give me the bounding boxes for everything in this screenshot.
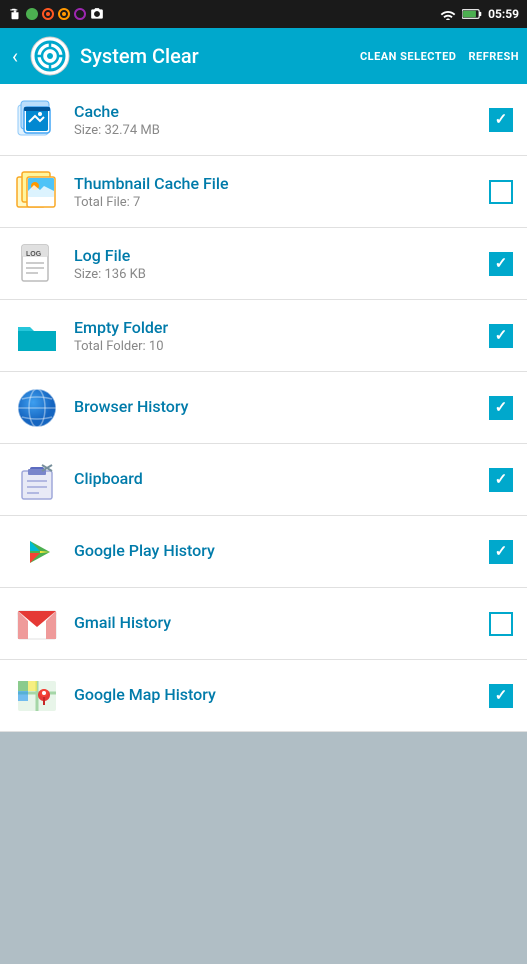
list-item-empty-folder[interactable]: Empty Folder Total Folder: 10 ✓ [0,300,527,372]
checkbox-cache[interactable]: ✓ [489,108,513,132]
list-item-log-file[interactable]: LOG Log File Size: 136 KB ✓ [0,228,527,300]
svg-text:LOG: LOG [26,251,42,258]
notif-icon-1 [26,8,38,20]
refresh-button[interactable]: REFRESH [468,50,519,63]
item-title-gmail-history: Gmail History [74,613,489,632]
app-logo [30,36,70,76]
item-content-empty-folder: Empty Folder Total Folder: 10 [74,318,489,354]
item-icon-gmail-history [14,601,60,647]
checkmark: ✓ [495,688,508,703]
app-title: System Clear [80,44,360,68]
item-title-browser-history: Browser History [74,397,489,416]
checkbox-empty-folder[interactable]: ✓ [489,324,513,348]
checkbox-log-file[interactable]: ✓ [489,252,513,276]
list-item-clipboard[interactable]: Clipboard ✓ [0,444,527,516]
item-subtitle-thumbnail-cache: Total File: 7 [74,195,489,210]
checkbox-google-play-history[interactable]: ✓ [489,540,513,564]
item-content-log-file: Log File Size: 136 KB [74,246,489,282]
item-title-clipboard: Clipboard [74,469,489,488]
list-item-gmail-history[interactable]: Gmail History [0,588,527,660]
item-title-log-file: Log File [74,246,489,265]
item-subtitle-cache: Size: 32.74 MB [74,123,489,138]
item-icon-thumbnail-cache [14,169,60,215]
notif-icon-2 [42,8,54,20]
checkbox-gmail-history[interactable] [489,612,513,636]
item-icon-empty-folder [14,313,60,359]
item-icon-browser-history [14,385,60,431]
item-icon-google-map-history [14,673,60,719]
checkmark: ✓ [495,472,508,487]
item-content-google-play-history: Google Play History [74,541,489,562]
checkmark: ✓ [495,400,508,415]
checkbox-clipboard[interactable]: ✓ [489,468,513,492]
item-title-google-map-history: Google Map History [74,685,489,704]
item-title-empty-folder: Empty Folder [74,318,489,337]
clean-selected-button[interactable]: CLEAN SELECTED [360,50,457,63]
camera-icon [90,7,104,21]
status-bar-left [8,7,104,21]
list-item-cache[interactable]: Cache Size: 32.74 MB ✓ [0,84,527,156]
item-title-cache: Cache [74,102,489,121]
empty-area [0,732,527,964]
list-item-google-play-history[interactable]: Google Play History ✓ [0,516,527,588]
list-item-browser-history[interactable]: Browser History ✓ [0,372,527,444]
item-icon-cache [14,97,60,143]
status-bar-right: 05:59 [440,7,519,21]
item-content-thumbnail-cache: Thumbnail Cache File Total File: 7 [74,174,489,210]
checkmark: ✓ [495,544,508,559]
list-item-thumbnail-cache[interactable]: Thumbnail Cache File Total File: 7 [0,156,527,228]
item-icon-clipboard [14,457,60,503]
item-content-clipboard: Clipboard [74,469,489,490]
item-content-cache: Cache Size: 32.74 MB [74,102,489,138]
item-title-thumbnail-cache: Thumbnail Cache File [74,174,489,193]
status-time: 05:59 [488,7,519,21]
checkmark: ✓ [495,112,508,127]
wifi-icon [440,8,456,20]
usb-icon [8,7,22,21]
item-content-gmail-history: Gmail History [74,613,489,634]
checkbox-browser-history[interactable]: ✓ [489,396,513,420]
checkbox-google-map-history[interactable]: ✓ [489,684,513,708]
item-subtitle-empty-folder: Total Folder: 10 [74,339,489,354]
notif-icon-3 [58,8,70,20]
notif-icon-4 [74,8,86,20]
item-subtitle-log-file: Size: 136 KB [74,267,489,282]
item-content-browser-history: Browser History [74,397,489,418]
battery-icon [462,8,482,20]
list-container: Cache Size: 32.74 MB ✓ Thumbnail Cache F… [0,84,527,732]
item-content-google-map-history: Google Map History [74,685,489,706]
item-icon-google-play-history [14,529,60,575]
checkbox-thumbnail-cache[interactable] [489,180,513,204]
checkmark: ✓ [495,328,508,343]
app-bar-actions: CLEAN SELECTED REFRESH [360,50,519,63]
app-bar: ‹ System Clear CLEAN SELECTED REFRESH [0,28,527,84]
item-icon-log-file: LOG [14,241,60,287]
item-title-google-play-history: Google Play History [74,541,489,560]
list-item-google-map-history[interactable]: Google Map History ✓ [0,660,527,732]
checkmark: ✓ [495,256,508,271]
back-button[interactable]: ‹ [8,40,22,72]
status-bar: 05:59 [0,0,527,28]
